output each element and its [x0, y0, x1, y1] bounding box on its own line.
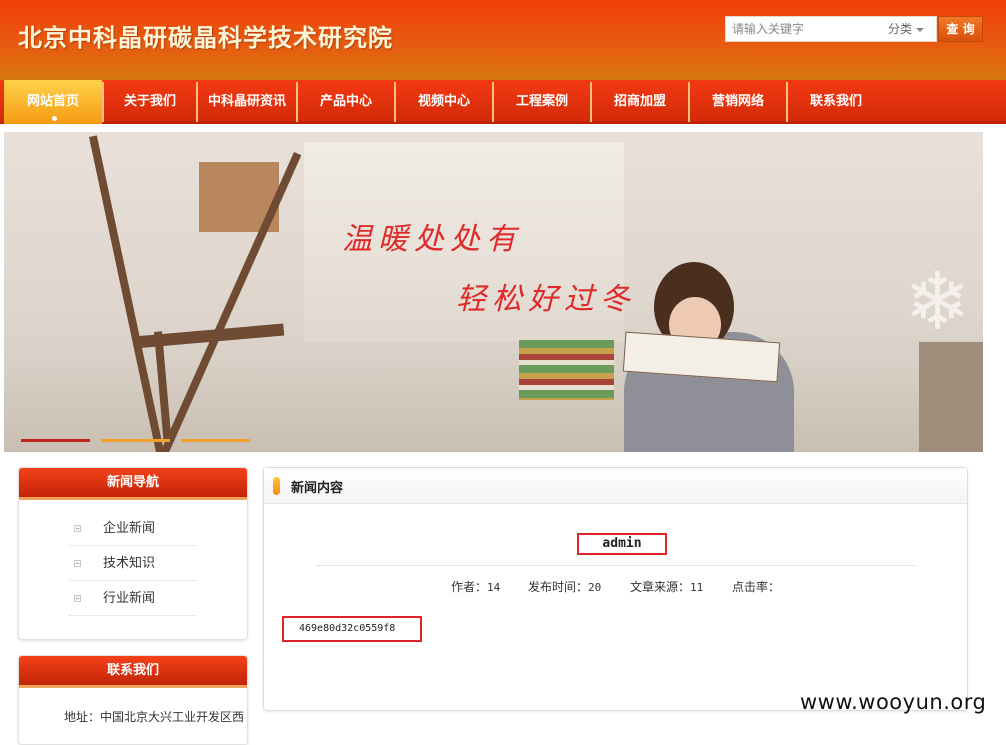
time-value: 20 — [588, 581, 602, 594]
author-label: 作者： — [451, 580, 488, 594]
article-source: 文章来源：11 — [630, 578, 703, 595]
category-label: 分类 — [888, 22, 913, 36]
author-value: 14 — [487, 581, 501, 594]
plant-pot-image — [919, 342, 983, 452]
collapse-icon — [74, 525, 81, 532]
banner-slogan-1: 温暖处处有 — [342, 222, 522, 257]
clicks-label: 点击率： — [732, 580, 781, 594]
source-value: 11 — [690, 581, 704, 594]
nav-item-franchise[interactable]: 招商加盟 — [592, 80, 688, 124]
nav-item-products[interactable]: 产品中心 — [298, 80, 394, 124]
chevron-down-icon — [916, 27, 925, 32]
news-nav-item[interactable]: 行业新闻 — [69, 581, 197, 616]
news-nav-title: 新闻导航 — [19, 468, 247, 500]
snowflake-icon: ❄ — [904, 255, 972, 348]
article-author: 作者：14 — [451, 578, 500, 595]
time-label: 发布时间： — [528, 580, 589, 594]
search-button[interactable]: 查 询 — [938, 16, 983, 42]
nav-item-contact[interactable]: 联系我们 — [788, 80, 884, 124]
news-nav-item-label[interactable]: 技术知识 — [103, 546, 155, 581]
news-nav-item[interactable]: 技术知识 — [69, 546, 197, 581]
article-time: 发布时间：20 — [528, 578, 601, 595]
news-nav-item[interactable]: 企业新闻 — [69, 511, 197, 546]
article-clicks: 点击率： — [732, 578, 780, 595]
search-input[interactable] — [726, 17, 881, 41]
search-box: 分类 — [725, 16, 937, 42]
contact-address: 地址：中国北京大兴工业开发区西 — [64, 710, 245, 724]
collapse-icon — [74, 595, 81, 602]
nav-item-cases[interactable]: 工程案例 — [494, 80, 590, 124]
nav-item-label: 网站首页 — [26, 94, 79, 109]
collapse-icon — [74, 560, 81, 567]
slide-indicator-1[interactable] — [21, 439, 90, 442]
main-nav: 网站首页 关于我们 中科晶研资讯 产品中心 视频中心 工程案例 招商加盟 营销网… — [0, 80, 1006, 124]
book-stack-image — [519, 340, 614, 400]
article-body: 469e80d32c0559f8 — [282, 616, 422, 642]
site-title: 北京中科晶研碳晶科学技术研究院 — [18, 23, 393, 52]
title-divider — [316, 565, 916, 566]
contact-title: 联系我们 — [19, 656, 247, 688]
watermark: www.wooyun.org — [800, 690, 987, 714]
contact-panel: 联系我们 地址：中国北京大兴工业开发区西 — [18, 655, 248, 745]
nav-item-about[interactable]: 关于我们 — [104, 80, 196, 124]
nav-item-news[interactable]: 中科晶研资讯 — [198, 80, 296, 124]
news-nav-panel: 新闻导航 企业新闻 技术知识 行业新闻 — [18, 467, 248, 640]
article-panel: 新闻内容 admin 作者：14 发布时间：20 文章来源：11 点击率： 46… — [263, 467, 968, 711]
news-nav-item-label[interactable]: 行业新闻 — [103, 581, 155, 616]
article-panel-header: 新闻内容 — [264, 468, 967, 504]
nav-item-network[interactable]: 营销网络 — [690, 80, 786, 124]
source-label: 文章来源： — [630, 580, 691, 594]
section-title: 新闻内容 — [291, 481, 344, 496]
section-marker-icon — [273, 477, 280, 495]
slide-indicator-2[interactable] — [101, 439, 170, 442]
category-select[interactable]: 分类 — [888, 17, 936, 41]
hero-banner: ❄ 温暖处处有 轻松好过冬 — [4, 132, 983, 452]
banner-slogan-2: 轻松好过冬 — [456, 282, 636, 317]
article-title: admin — [577, 533, 667, 555]
nav-item-home[interactable]: 网站首页 — [4, 80, 102, 124]
nav-item-video[interactable]: 视频中心 — [396, 80, 492, 124]
slide-indicator-3[interactable] — [181, 439, 250, 442]
active-indicator-icon — [52, 116, 57, 121]
news-nav-item-label[interactable]: 企业新闻 — [103, 511, 155, 546]
